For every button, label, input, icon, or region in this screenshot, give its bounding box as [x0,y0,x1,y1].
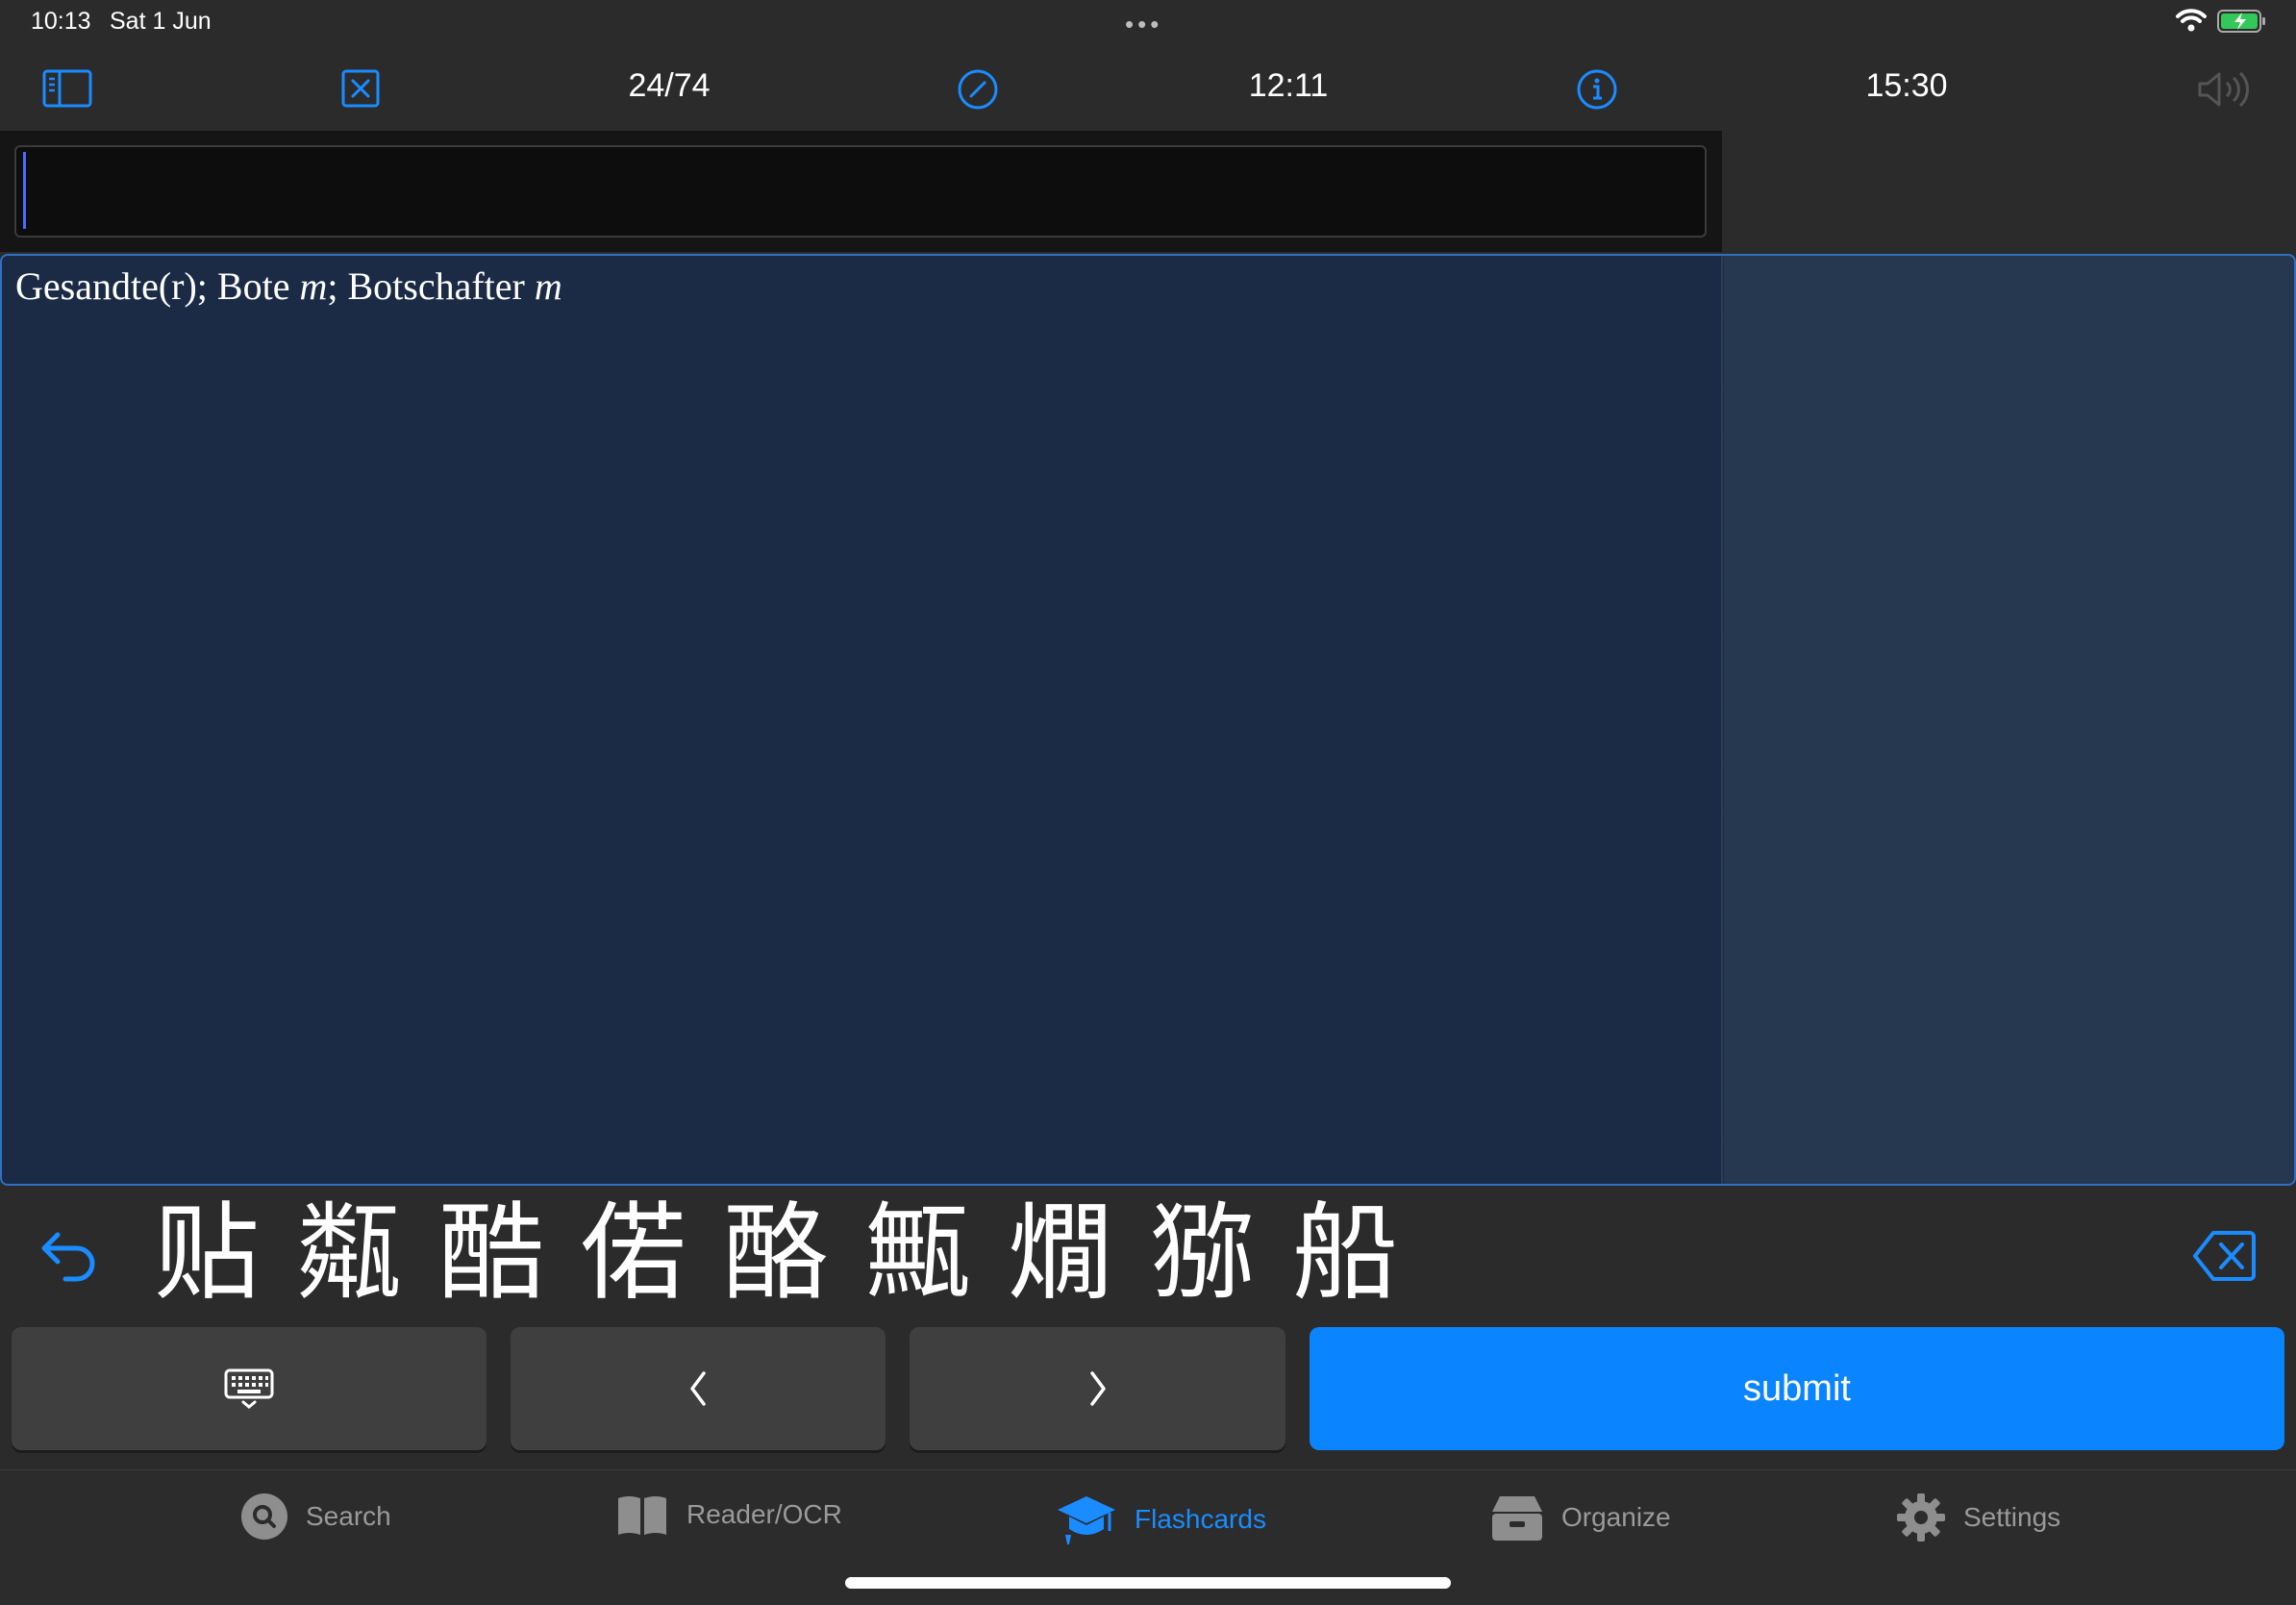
multitasking-dots[interactable]: ••• [1125,10,1162,39]
home-indicator[interactable] [845,1577,1451,1589]
wifi-icon [2175,8,2208,38]
previous-button[interactable] [511,1327,886,1450]
tab-search[interactable]: Search [240,1492,391,1541]
definition-part: ; Botschafter [327,264,535,308]
tab-label: Settings [1963,1502,2061,1532]
definition-part: Gesandte(r); Bote [15,264,300,308]
speaker-icon[interactable] [2196,68,2252,111]
flashcard[interactable] [0,254,2296,1186]
tab-settings[interactable]: Settings [1896,1492,2060,1542]
search-icon [241,1493,287,1540]
definition-gender: m [534,264,562,308]
total-time: 15:30 [1865,67,1948,104]
tray-icon [1492,1496,1542,1541]
tab-label: Search [306,1501,391,1531]
tab-reader-ocr[interactable]: Reader/OCR [615,1492,842,1537]
tab-label: Organize [1561,1502,1671,1532]
candidate-char[interactable]: 燗 [1008,1191,1150,1316]
candidate-char[interactable]: 船 [1292,1191,1435,1316]
elapsed-time: 12:11 [1248,67,1329,104]
candidate-char[interactable]: 甐 [296,1191,438,1316]
tab-organize[interactable]: Organize [1490,1492,1671,1542]
definition-gender: m [299,264,328,308]
candidate-char[interactable]: 酷 [438,1191,581,1316]
definition-text: Gesandte(r); Bote m; Botschafter m [15,263,562,309]
slash-circle-icon[interactable] [957,68,999,111]
candidate-char[interactable]: 甒 [865,1191,1008,1316]
candidate-char[interactable]: 贴 [154,1191,296,1316]
tab-flashcards[interactable]: Flashcards [1056,1492,1266,1546]
tab-label: Reader/OCR [686,1499,842,1529]
keyboard-button[interactable] [12,1327,487,1450]
undo-icon[interactable] [38,1229,100,1288]
candidate-list: 贴 甐 酷 偌 酪 甒 燗 猕 船 [154,1191,1435,1316]
progress-counter: 24/74 [628,67,711,104]
tab-label: Flashcards [1135,1504,1266,1534]
candidate-char[interactable]: 酪 [723,1191,865,1316]
card-divider [1721,256,1723,1184]
status-date: Sat 1 Jun [110,8,212,35]
chevron-left-icon [690,1371,706,1406]
answer-input[interactable] [14,145,1707,238]
candidate-char[interactable]: 猕 [1150,1191,1292,1316]
chevron-right-icon [1089,1371,1106,1406]
close-square-icon[interactable] [341,69,380,108]
keyboard-icon [224,1368,274,1409]
delete-backward-icon[interactable] [2192,1229,2258,1288]
text-caret [23,152,26,229]
gear-icon [1897,1493,1945,1542]
info-icon[interactable] [1576,68,1618,111]
next-button[interactable] [910,1327,1285,1450]
submit-button[interactable]: submit [1310,1327,2284,1450]
candidate-char[interactable]: 偌 [581,1191,723,1316]
graduation-cap-icon [1058,1496,1115,1544]
book-icon [618,1496,666,1535]
status-time: 10:13 [31,8,91,35]
battery-icon [2217,10,2267,38]
sidebar-icon[interactable] [42,69,92,108]
